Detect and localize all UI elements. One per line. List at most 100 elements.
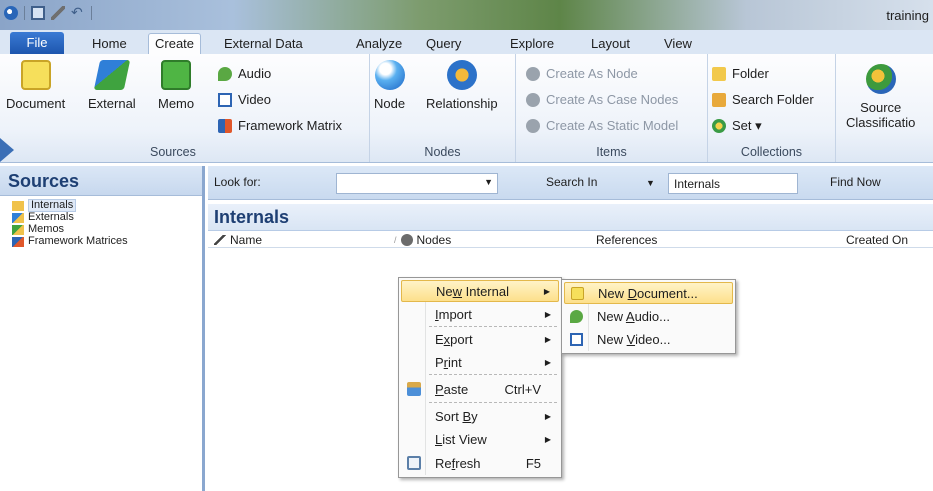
menu-label: New Internal [436, 284, 509, 299]
set-button[interactable]: Set ▾ [712, 118, 762, 134]
source-classification-button[interactable]: Source Classificatio [846, 64, 915, 130]
video-icon [218, 92, 232, 107]
window-title: training [886, 8, 929, 23]
create-as-node-button[interactable]: Create As Node [526, 66, 638, 81]
menu-item-paste[interactable]: Paste Ctrl+V [401, 378, 559, 400]
menu-label: Import [435, 307, 472, 322]
find-now-button[interactable]: Find Now [830, 175, 881, 189]
source-classification-label-1: Source [860, 100, 902, 115]
menu-item-export[interactable]: Export ▶ [401, 328, 559, 350]
audio-icon [570, 310, 583, 323]
label-part: Ne [436, 283, 453, 299]
search-folder-label: Search Folder [732, 92, 814, 107]
column-header-created-on[interactable]: Created On [846, 233, 908, 247]
external-icon [93, 60, 131, 90]
access-key: P [435, 381, 444, 397]
group-items: Create As Node Create As Case Nodes Crea… [516, 54, 708, 162]
menu-label: Refresh [435, 456, 481, 471]
menu-item-new-video[interactable]: New Video... [564, 329, 733, 351]
tab-analyze[interactable]: Analyze [356, 34, 402, 54]
search-in-field[interactable]: Internals [668, 173, 798, 194]
node-button[interactable]: Node [374, 60, 405, 111]
label-part: New [597, 332, 627, 347]
search-folder-button[interactable]: Search Folder [712, 92, 814, 107]
column-header-references[interactable]: References [596, 233, 657, 247]
ribbon: Document External Memo Audio Video Frame… [0, 54, 933, 163]
column-header-name[interactable]: Name [214, 233, 262, 247]
ribbon-tabs: File Home Create External Data Analyze Q… [0, 30, 933, 55]
look-for-input[interactable]: ▼ [336, 173, 498, 194]
nav-item-label: Externals [28, 211, 74, 223]
video-button[interactable]: Video [218, 92, 271, 107]
menu-item-sort-by[interactable]: Sort By ▶ [401, 405, 559, 427]
chevron-down-icon[interactable]: ▼ [484, 177, 493, 187]
tab-query[interactable]: Query [426, 34, 461, 54]
save-icon[interactable] [31, 6, 45, 20]
create-as-case-nodes-button[interactable]: Create As Case Nodes [526, 92, 678, 107]
column-header-nodes[interactable]: / Nodes [394, 233, 451, 247]
nav-item-externals[interactable]: Externals [0, 212, 202, 223]
document-icon [571, 287, 584, 300]
tab-external-data[interactable]: External Data [224, 34, 303, 54]
tab-explore[interactable]: Explore [510, 34, 554, 54]
nav-item-memos[interactable]: Memos [0, 224, 202, 235]
menu-separator [429, 374, 557, 375]
tab-home[interactable]: Home [92, 34, 127, 54]
label-part: port [450, 331, 473, 347]
menu-item-refresh[interactable]: Refresh F5 [401, 452, 559, 474]
menu-label: Export [435, 332, 473, 347]
framework-matrix-label: Framework Matrix [238, 118, 343, 133]
tab-layout[interactable]: Layout [591, 34, 630, 54]
menu-label: Paste [435, 382, 468, 397]
menu-item-import[interactable]: Import ▶ [401, 303, 559, 325]
menu-item-list-view[interactable]: List View ▶ [401, 428, 559, 450]
tab-file[interactable]: File [10, 32, 64, 54]
menu-item-new-audio[interactable]: New Audio... [564, 306, 733, 328]
nav-item-internals[interactable]: Internals [0, 199, 202, 212]
relationship-icon [446, 60, 477, 90]
external-button[interactable]: External [88, 60, 136, 111]
label-part: aste [443, 381, 469, 397]
label-part: P [435, 354, 444, 370]
list-title: Internals [208, 204, 933, 230]
nav-item-framework-matrices[interactable]: Framework Matrices [0, 236, 202, 247]
edit-icon[interactable] [51, 6, 65, 20]
relationship-label: Relationship [426, 96, 498, 111]
internals-folder-icon [12, 200, 24, 211]
label-part: int [448, 354, 462, 370]
menu-label: New Video... [597, 332, 670, 347]
memo-button[interactable]: Memo [158, 60, 194, 111]
tab-view[interactable]: View [664, 34, 692, 54]
tab-create[interactable]: Create [148, 33, 202, 55]
memos-folder-icon [12, 224, 24, 235]
menu-item-new-internal[interactable]: New Internal ▶ [401, 280, 559, 302]
group-label-items: Items [596, 145, 627, 159]
group-classifications: Source Classificatio [836, 54, 933, 162]
menu-item-print[interactable]: Print ▶ [401, 351, 559, 373]
folder-button[interactable]: Folder [712, 66, 769, 81]
menu-item-new-document[interactable]: New Document... [564, 282, 733, 304]
create-as-static-model-button[interactable]: Create As Static Model [526, 118, 678, 133]
create-as-static-model-label: Create As Static Model [546, 118, 679, 133]
label-part: Sort [435, 408, 463, 424]
submenu-arrow-icon: ▶ [544, 309, 551, 319]
search-in-dropdown-icon[interactable]: ▼ [646, 178, 655, 188]
group-label-collections: Collections [740, 145, 803, 159]
menu-separator [429, 326, 557, 327]
submenu-arrow-icon: ▶ [544, 357, 551, 367]
nav-header: Sources [0, 166, 202, 196]
undo-icon[interactable]: ↶ [71, 5, 85, 20]
access-key: B [462, 408, 472, 424]
document-button[interactable]: Document [6, 60, 65, 111]
framework-matrix-button[interactable]: Framework Matrix [218, 118, 342, 133]
label-part: New [597, 309, 626, 324]
submenu-arrow-icon: ▶ [544, 334, 551, 344]
toolbar-separator [24, 6, 25, 20]
audio-button[interactable]: Audio [218, 66, 271, 81]
node-label: Node [374, 96, 406, 111]
nodes-icon [400, 234, 413, 246]
app-logo-icon[interactable] [4, 6, 18, 20]
find-bar: Look for: ▼ Search In ▼ Internals Find N… [208, 166, 933, 200]
relationship-button[interactable]: Relationship [426, 60, 498, 111]
menu-label: New Audio... [597, 309, 670, 324]
